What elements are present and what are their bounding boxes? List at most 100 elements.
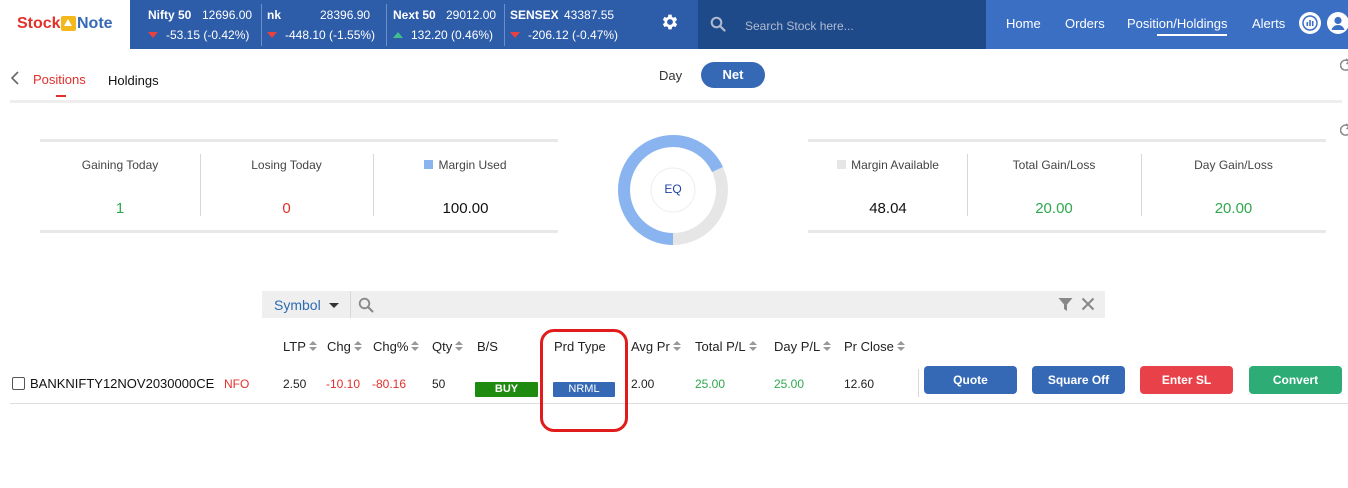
- row-avg-pr: 2.00: [631, 377, 655, 391]
- margin-available-legend-swatch: [837, 160, 847, 169]
- summary-right-card: Margin Available 48.04 Total Gain/Loss 2…: [808, 139, 1326, 233]
- ticker-name: nk: [267, 8, 282, 22]
- ticker-change: 132.20 (0.46%): [411, 28, 494, 42]
- stocknote-logo[interactable]: Stock Note: [0, 0, 130, 49]
- logo-text-stock: Stock: [17, 15, 61, 32]
- user-avatar[interactable]: [1327, 12, 1348, 34]
- row-actions-divider: [918, 369, 919, 397]
- filter-bar: Symbol: [262, 291, 1105, 318]
- margin-available: Margin Available 48.04: [808, 142, 968, 230]
- refresh-icon[interactable]: [1340, 58, 1348, 72]
- nav-orders[interactable]: Orders: [1065, 16, 1105, 31]
- settings-button[interactable]: [632, 0, 698, 49]
- gaining-today: Gaining Today 1: [40, 142, 200, 230]
- filter-divider: [350, 291, 351, 318]
- market-watch-icon[interactable]: [1299, 12, 1321, 34]
- search-input[interactable]: Search Stock here...: [745, 19, 854, 33]
- positions-page: Stock Note Nifty 50 12696.00 -53.15 (-0.…: [0, 0, 1348, 488]
- ticker-value: 29012.00: [446, 8, 497, 22]
- gaining-today-label: Gaining Today: [81, 158, 159, 172]
- enter-sl-button[interactable]: Enter SL: [1140, 366, 1233, 394]
- ticker-next50[interactable]: Next 50 29012.00 132.20 (0.46%): [393, 0, 503, 49]
- col-bs: B/S: [477, 339, 498, 354]
- gaining-today-value: 1: [115, 200, 125, 217]
- sort-icon: [308, 341, 318, 352]
- col-qty[interactable]: Qty: [432, 339, 464, 354]
- stock-search[interactable]: Search Stock here...: [698, 0, 986, 49]
- col-avg-pr[interactable]: Avg Pr: [631, 339, 682, 354]
- losing-today: Losing Today 0: [200, 142, 373, 230]
- toggle-day[interactable]: Day: [659, 68, 682, 83]
- quote-button[interactable]: Quote: [924, 366, 1017, 394]
- prd-type-highlight-annotation: [540, 329, 628, 432]
- nav-alerts[interactable]: Alerts: [1252, 16, 1285, 31]
- gear-icon: [662, 14, 678, 30]
- nav-position-holdings[interactable]: Position/Holdings: [1127, 16, 1228, 36]
- row-exchange: NFO: [224, 377, 250, 391]
- chevron-down-icon[interactable]: [329, 303, 339, 308]
- ticker-name: Next 50: [393, 8, 436, 22]
- tab-holdings[interactable]: Holdings: [108, 73, 159, 88]
- refresh-summary-icon[interactable]: [1340, 123, 1348, 137]
- sort-icon: [353, 341, 363, 352]
- chart-icon: [1302, 15, 1318, 31]
- user-icon: [1331, 16, 1345, 30]
- logo-mark-icon: [61, 16, 76, 31]
- row-bs-badge: BUY: [475, 382, 538, 397]
- filter-icon[interactable]: [1058, 297, 1073, 312]
- margin-used: Margin Used 100.00: [373, 142, 558, 230]
- row-divider: [10, 403, 1348, 404]
- main-nav: Home Orders Position/Holdings Alerts: [986, 0, 1348, 49]
- row-chg-pct: -80.16: [372, 377, 407, 391]
- ticker-value: 12696.00: [202, 8, 253, 22]
- col-pr-close[interactable]: Pr Close: [844, 339, 906, 354]
- active-tab-indicator: [56, 95, 66, 97]
- row-ltp: 2.50: [283, 377, 307, 391]
- day-gain-loss: Day Gain/Loss 20.00: [1141, 142, 1326, 230]
- nav-home[interactable]: Home: [1006, 16, 1041, 31]
- row-pr-close: 12.60: [844, 377, 875, 391]
- tab-positions[interactable]: Positions: [33, 72, 86, 87]
- row-symbol[interactable]: BANKNIFTY12NOV2030000CE: [30, 376, 214, 391]
- ticker-bank-nifty[interactable]: nk 28396.90 -448.10 (-1.55%): [267, 0, 385, 49]
- sort-icon: [748, 341, 758, 352]
- sort-icon: [455, 341, 464, 352]
- sort-icon: [411, 341, 420, 352]
- logo-text-note: Note: [77, 15, 113, 32]
- col-total-pl[interactable]: Total P/L: [695, 339, 758, 354]
- margin-used-value: 100.00: [442, 200, 489, 217]
- margin-available-value: 48.04: [869, 200, 907, 217]
- day-gain-loss-value: 20.00: [1214, 200, 1253, 217]
- row-select-checkbox[interactable]: [12, 377, 25, 390]
- row-day-pl: 25.00: [774, 377, 805, 391]
- market-ticker: Nifty 50 12696.00 -53.15 (-0.42%) nk 283…: [130, 0, 632, 49]
- day-gain-loss-label: Day Gain/Loss: [1194, 158, 1273, 172]
- row-qty: 50: [432, 377, 446, 391]
- ticker-value: 28396.90: [320, 8, 371, 22]
- toggle-net[interactable]: Net: [701, 62, 765, 88]
- ticker-sensex[interactable]: SENSEX 43387.55 -206.12 (-0.47%): [510, 0, 628, 49]
- ticker-nifty50[interactable]: Nifty 50 12696.00 -53.15 (-0.42%): [148, 0, 266, 49]
- ticker-name: SENSEX: [510, 8, 559, 22]
- row-chg: -10.10: [326, 377, 361, 391]
- convert-button[interactable]: Convert: [1249, 366, 1342, 394]
- col-chg[interactable]: Chg: [327, 339, 363, 354]
- col-ltp[interactable]: LTP: [283, 339, 318, 354]
- back-chevron-icon[interactable]: [10, 71, 20, 85]
- col-day-pl[interactable]: Day P/L: [774, 339, 832, 354]
- tabs-divider: [10, 100, 1342, 103]
- sort-icon: [896, 341, 906, 352]
- filter-field-select[interactable]: Symbol: [274, 297, 321, 313]
- margin-used-label: Margin Used: [438, 158, 507, 172]
- summary-left-card: Gaining Today 1 Losing Today 0 Margin Us…: [40, 139, 558, 233]
- donut-label: EQ: [664, 182, 682, 196]
- ticker-change: -206.12 (-0.47%): [528, 28, 619, 42]
- square-off-button[interactable]: Square Off: [1032, 366, 1125, 394]
- sort-icon: [672, 341, 682, 352]
- col-chg-pct[interactable]: Chg%: [373, 339, 420, 354]
- ticker-name: Nifty 50: [148, 8, 192, 22]
- sort-icon: [823, 341, 832, 352]
- search-icon: [710, 16, 726, 32]
- total-gain-loss-label: Total Gain/Loss: [1012, 158, 1096, 172]
- close-icon[interactable]: [1081, 297, 1095, 311]
